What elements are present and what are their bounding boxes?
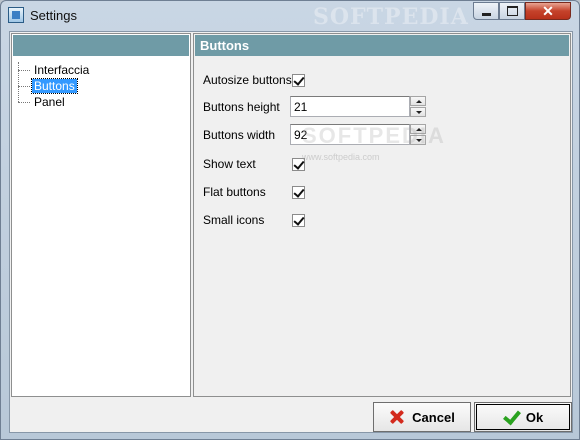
buttons-panel: Buttons Autosize buttons Buttons height … <box>193 33 571 397</box>
height-input[interactable] <box>290 96 410 117</box>
tree-item-buttons[interactable]: Buttons <box>18 78 91 94</box>
height-row: Buttons height <box>203 96 443 117</box>
tree-header <box>13 35 189 56</box>
cancel-label: Cancel <box>412 409 455 425</box>
tree-item-interfaccia[interactable]: Interfaccia <box>18 62 91 78</box>
arrow-down-icon <box>416 111 422 114</box>
close-icon: ✕ <box>542 2 554 19</box>
tree-item-label: Buttons <box>31 78 78 94</box>
maximize-icon <box>506 6 518 16</box>
height-spinner <box>290 96 426 117</box>
tree-item-panel[interactable]: Panel <box>18 94 91 110</box>
ok-button[interactable]: Ok <box>474 402 572 432</box>
tree-item-label: Panel <box>34 95 65 109</box>
window-controls: ✕ <box>473 2 571 22</box>
flat-buttons-label: Flat buttons <box>203 185 266 199</box>
settings-window: Settings SOFTPEDIA ✕ Interfaccia Buttons… <box>0 0 580 440</box>
autosize-label: Autosize buttons <box>203 73 292 87</box>
cancel-button[interactable]: Cancel <box>373 402 471 432</box>
tree-item-label: Interfaccia <box>34 63 90 77</box>
minimize-button[interactable] <box>473 2 499 20</box>
title-watermark: SOFTPEDIA <box>313 4 469 30</box>
small-icons-label: Small icons <box>203 213 265 227</box>
panel-title: Buttons <box>195 35 569 56</box>
watermark-url: www.softpedia.com <box>302 152 380 162</box>
ok-label: Ok <box>525 409 544 425</box>
height-increment-button[interactable] <box>410 96 426 106</box>
autosize-checkbox[interactable] <box>292 74 305 87</box>
minimize-icon <box>481 12 491 16</box>
tree-items: Interfaccia Buttons Panel <box>18 62 91 110</box>
height-label: Buttons height <box>203 100 280 114</box>
width-label: Buttons width <box>203 128 276 142</box>
window-title: Settings <box>30 8 77 23</box>
flat-buttons-checkbox[interactable] <box>292 186 305 199</box>
title-bar[interactable]: Settings SOFTPEDIA ✕ <box>1 1 579 31</box>
settings-tree: Interfaccia Buttons Panel <box>11 33 191 397</box>
close-button[interactable]: ✕ <box>525 2 571 20</box>
cancel-x-icon <box>389 409 405 425</box>
maximize-button[interactable] <box>499 2 525 20</box>
watermark-text: SOFTPEDIA <box>302 123 446 148</box>
height-decrement-button[interactable] <box>410 107 426 117</box>
client-area: Interfaccia Buttons Panel Buttons Autosi… <box>9 31 573 433</box>
show-text-label: Show text <box>203 157 256 171</box>
small-icons-checkbox[interactable] <box>292 214 305 227</box>
app-icon <box>8 7 24 23</box>
checkmark-icon <box>503 409 519 425</box>
arrow-up-icon <box>416 100 422 103</box>
